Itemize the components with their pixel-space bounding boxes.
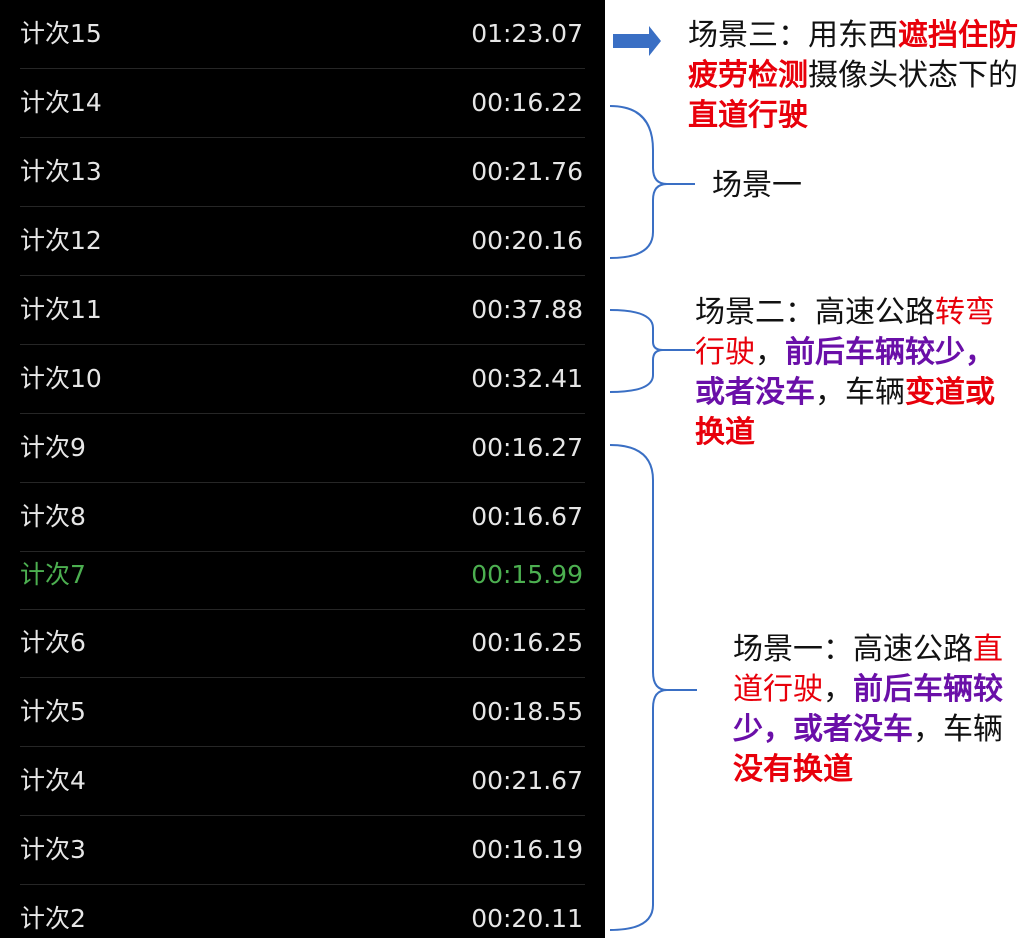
lap-label: 计次15 bbox=[20, 19, 102, 48]
lap-time: 00:32.41 bbox=[471, 364, 583, 393]
row-divider bbox=[20, 884, 585, 885]
lap-time: 00:37.88 bbox=[471, 295, 583, 324]
lap-label: 计次4 bbox=[20, 766, 86, 795]
row-divider bbox=[20, 746, 585, 747]
lap-label: 计次8 bbox=[20, 502, 86, 531]
note-scene2-comma-1: ， bbox=[755, 335, 785, 370]
lap-row: 计次3 00:16.19 bbox=[0, 820, 605, 880]
row-divider bbox=[20, 413, 585, 414]
row-divider bbox=[20, 344, 585, 345]
lap-time: 00:18.55 bbox=[471, 697, 583, 726]
lap-row: 计次10 00:32.41 bbox=[0, 349, 605, 409]
note-scene1: 场景一：高速公路直道行驶，前后车辆较少，或者没车，车辆没有换道 bbox=[733, 630, 1023, 790]
lap-row: 计次2 00:20.11 bbox=[0, 889, 605, 938]
lap-row: 计次8 00:16.67 bbox=[0, 487, 605, 547]
row-divider bbox=[20, 609, 585, 610]
lap-label: 计次7 bbox=[20, 560, 86, 589]
note-scene2: 场景二：高速公路转弯行驶，前后车辆较少，或者没车，车辆变道或换道 bbox=[695, 293, 1015, 453]
annotation-notes: 场景三：用东西遮挡住防疲劳检测摄像头状态下的直道行驶 场景一 场景二：高速公路转… bbox=[605, 0, 1030, 938]
lap-label: 计次10 bbox=[20, 364, 102, 393]
lap-time: 00:16.19 bbox=[471, 835, 583, 864]
note-scene1-highlight-2: 没有换道 bbox=[733, 752, 853, 787]
lap-label: 计次9 bbox=[20, 433, 86, 462]
lap-row: 计次9 00:16.27 bbox=[0, 418, 605, 478]
lap-row: 计次7 00:15.99 bbox=[0, 545, 605, 605]
lap-label: 计次11 bbox=[20, 295, 102, 324]
lap-row: 计次5 00:18.55 bbox=[0, 682, 605, 742]
note-scene3-middle: 摄像头状态下的 bbox=[808, 58, 1018, 93]
note-scene1-short: 场景一 bbox=[712, 168, 802, 203]
lap-label: 计次3 bbox=[20, 835, 86, 864]
row-divider bbox=[20, 68, 585, 69]
lap-time: 00:15.99 bbox=[471, 560, 583, 589]
lap-row: 计次11 00:37.88 bbox=[0, 280, 605, 340]
lap-label: 计次6 bbox=[20, 628, 86, 657]
lap-time: 01:23.07 bbox=[471, 19, 583, 48]
lap-label: 计次5 bbox=[20, 697, 86, 726]
note-scene2-prefix: 场景二：高速公路 bbox=[695, 295, 935, 330]
lap-label: 计次2 bbox=[20, 904, 86, 933]
row-divider bbox=[20, 275, 585, 276]
note-scene1-prefix: 场景一：高速公路 bbox=[733, 632, 973, 667]
note-scene3-highlight-2: 直道行驶 bbox=[688, 98, 808, 133]
note-scene3: 场景三：用东西遮挡住防疲劳检测摄像头状态下的直道行驶 bbox=[688, 16, 1028, 136]
lap-time: 00:21.67 bbox=[471, 766, 583, 795]
row-divider bbox=[20, 677, 585, 678]
row-divider bbox=[20, 206, 585, 207]
row-divider bbox=[20, 482, 585, 483]
note-scene1-comma-2: ，车辆 bbox=[913, 712, 1003, 747]
lap-row: 计次6 00:16.25 bbox=[0, 613, 605, 673]
stopwatch-lap-list: 计次15 01:23.07 计次14 00:16.22 计次13 00:21.76 计次12… bbox=[0, 0, 605, 938]
lap-time: 00:21.76 bbox=[471, 157, 583, 186]
row-divider bbox=[20, 137, 585, 138]
row-divider bbox=[20, 815, 585, 816]
lap-time: 00:20.11 bbox=[471, 904, 583, 933]
lap-label: 计次13 bbox=[20, 157, 102, 186]
lap-time: 00:16.27 bbox=[471, 433, 583, 462]
lap-row: 计次4 00:21.67 bbox=[0, 751, 605, 811]
lap-label: 计次14 bbox=[20, 88, 102, 117]
lap-row: 计次13 00:21.76 bbox=[0, 142, 605, 202]
note-scene2-comma-2: ，车辆 bbox=[815, 375, 905, 410]
lap-row: 计次12 00:20.16 bbox=[0, 211, 605, 271]
lap-label: 计次12 bbox=[20, 226, 102, 255]
lap-time: 00:16.67 bbox=[471, 502, 583, 531]
lap-time: 00:16.25 bbox=[471, 628, 583, 657]
lap-row: 计次15 01:23.07 bbox=[0, 4, 605, 64]
note-scene1-comma-1: ， bbox=[823, 672, 853, 707]
note-scene3-prefix: 场景三：用东西 bbox=[688, 18, 898, 53]
lap-time: 00:16.22 bbox=[471, 88, 583, 117]
lap-time: 00:20.16 bbox=[471, 226, 583, 255]
lap-row: 计次14 00:16.22 bbox=[0, 73, 605, 133]
